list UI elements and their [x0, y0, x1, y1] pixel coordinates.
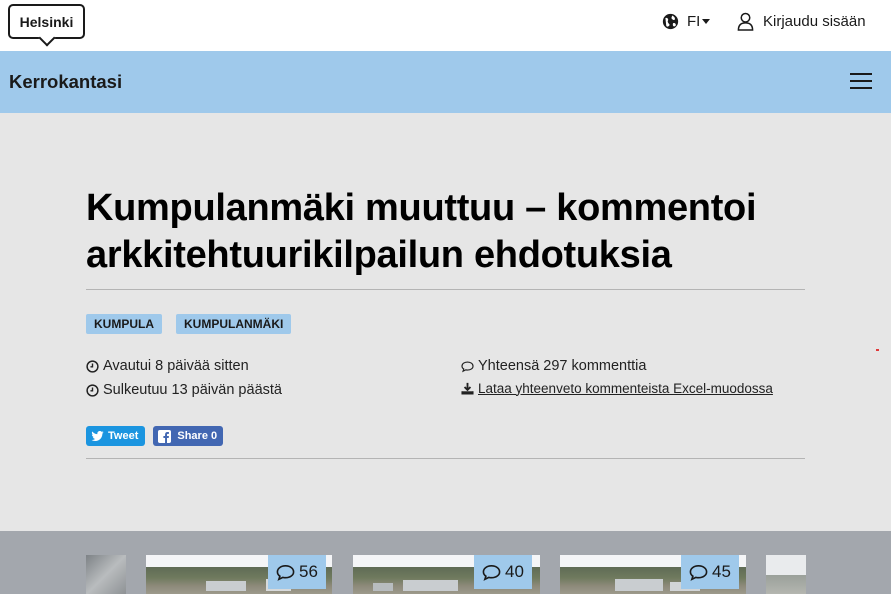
- facebook-icon: [158, 429, 172, 443]
- language-selector[interactable]: FI: [662, 10, 711, 32]
- comment-count-badge: 56: [268, 555, 326, 589]
- menu-icon[interactable]: [850, 73, 872, 89]
- user-icon: [737, 12, 754, 31]
- page-title: Kumpulanmäki muuttuu – kommentoi arkkite…: [86, 187, 757, 276]
- download-icon: [461, 382, 474, 395]
- logo-text: Helsinki: [19, 13, 74, 30]
- comment-count: 40: [505, 562, 524, 581]
- social-buttons: Tweet Share 0: [86, 426, 224, 446]
- chevron-down-icon: [702, 19, 711, 25]
- comment-icon: [276, 564, 295, 581]
- gallery-prev-image[interactable]: [86, 555, 126, 594]
- site-navbar: Kerrokantasi: [0, 51, 891, 113]
- clock-icon: [86, 383, 99, 397]
- tag-kumpulanmaki[interactable]: KUMPULANMÄKI: [176, 314, 292, 334]
- comment-total-info: Yhteensä 297 kommenttia: [461, 356, 646, 376]
- comment-total-text: Yhteensä 297 kommenttia: [478, 358, 647, 374]
- top-header: Helsinki FI Kirjaudu sisään: [0, 0, 891, 51]
- clock-icon: [86, 359, 99, 373]
- language-code: FI: [687, 13, 711, 30]
- comment-count-badge: 40: [474, 555, 532, 589]
- closes-text: Sulkeutuu 13 päivän päästä: [103, 382, 282, 398]
- closes-info: Sulkeutuu 13 päivän päästä: [86, 380, 282, 400]
- tag-list: KUMPULA KUMPULANMÄKI: [86, 314, 292, 334]
- site-title[interactable]: Kerrokantasi: [9, 71, 122, 93]
- globe-icon: [662, 13, 679, 29]
- twitter-icon: [91, 430, 104, 441]
- download-summary[interactable]: Lataa yhteenveto kommenteista Excel-muod…: [461, 378, 773, 398]
- opened-info: Avautui 8 päivää sitten: [86, 356, 249, 376]
- opened-text: Avautui 8 päivää sitten: [103, 358, 249, 374]
- tweet-button[interactable]: Tweet: [86, 426, 146, 446]
- gallery-next-image[interactable]: [766, 555, 806, 594]
- comment-icon: [461, 360, 474, 372]
- login-label: Kirjaudu sisään: [763, 12, 866, 30]
- facebook-share-button[interactable]: Share 0: [153, 426, 224, 446]
- divider: [86, 458, 805, 459]
- tweet-label: Tweet: [108, 430, 139, 442]
- comment-icon: [689, 564, 708, 581]
- red-marker: [876, 349, 879, 351]
- login-button[interactable]: Kirjaudu sisään: [737, 10, 866, 32]
- divider: [86, 289, 805, 290]
- tag-kumpula[interactable]: KUMPULA: [86, 314, 162, 334]
- download-summary-link[interactable]: Lataa yhteenveto kommenteista Excel-muod…: [478, 381, 773, 396]
- comment-icon: [482, 564, 501, 581]
- comment-count: 56: [299, 562, 318, 581]
- comment-count-badge: 45: [681, 555, 739, 589]
- helsinki-logo[interactable]: Helsinki: [8, 4, 85, 39]
- share-label: Share 0: [177, 430, 218, 442]
- comment-count: 45: [712, 562, 731, 581]
